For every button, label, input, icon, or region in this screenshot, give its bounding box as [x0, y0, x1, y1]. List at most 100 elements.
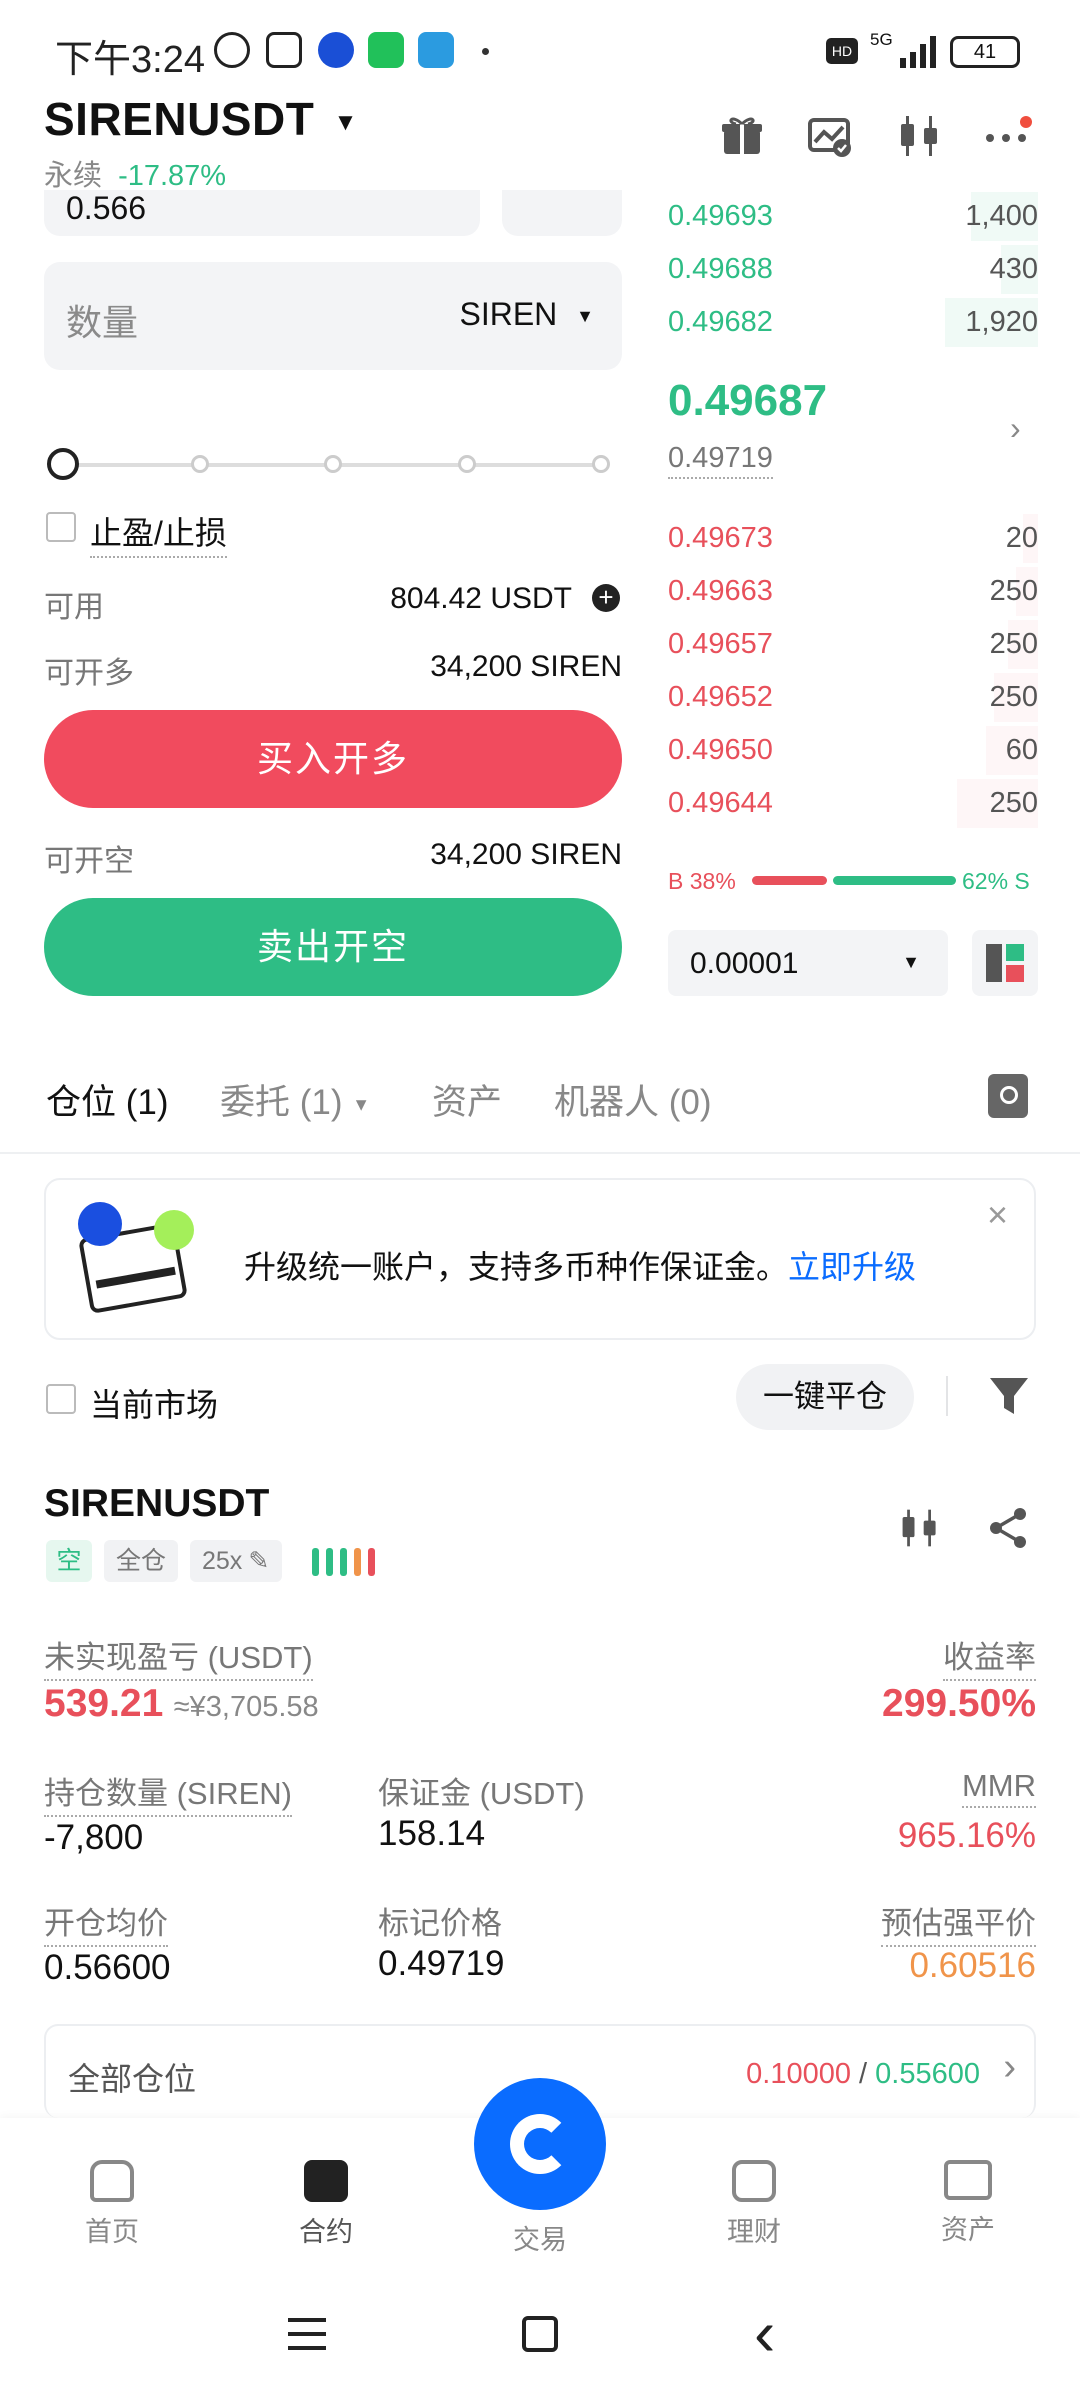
- slider-step-50[interactable]: [324, 455, 342, 473]
- back-icon[interactable]: ‹: [754, 2296, 775, 2370]
- bid-row[interactable]: 0.49663 250: [668, 565, 1038, 618]
- last-price: 0.49687: [668, 376, 828, 425]
- bottom-nav: 首页 合约 交易 理财 资产: [0, 2078, 1080, 2288]
- all-positions-green: 0.55600: [875, 2058, 980, 2090]
- nav-finance[interactable]: 理财: [684, 2160, 824, 2249]
- liq-label[interactable]: 预估强平价: [881, 1898, 1036, 1947]
- upgrade-banner[interactable]: 升级统一账户，支持多币种作保证金。立即升级 ×: [44, 1178, 1036, 1340]
- market-type: 永续: [44, 160, 103, 192]
- upgrade-link[interactable]: 立即升级: [788, 1249, 916, 1285]
- pair-name: SIRENUSDT: [44, 93, 315, 145]
- ask-row[interactable]: 0.49688 430: [668, 243, 1038, 296]
- all-positions-values: 0.10000 / 0.55600: [746, 2058, 980, 2091]
- nav-trade[interactable]: 交易: [470, 2078, 610, 2257]
- transfer-plus-icon[interactable]: +: [592, 584, 620, 612]
- tab-count: (1): [299, 1083, 343, 1122]
- hd-icon: HD: [826, 38, 858, 64]
- home-button-icon[interactable]: [522, 2316, 558, 2352]
- roe-label[interactable]: 收益率: [943, 1632, 1036, 1681]
- sell-short-button[interactable]: 卖出开空: [44, 898, 622, 996]
- leverage-tag[interactable]: 25x ✎: [190, 1540, 282, 1582]
- chevron-right-icon[interactable]: ›: [1010, 410, 1021, 447]
- tab-bots[interactable]: 机器人 (0): [554, 1074, 712, 1125]
- unrealized-pnl-label[interactable]: 未实现盈亏 (USDT): [44, 1632, 313, 1681]
- tab-positions[interactable]: 仓位 (1): [46, 1074, 169, 1125]
- current-market-checkbox[interactable]: [46, 1384, 76, 1414]
- slider-knob[interactable]: [47, 448, 79, 480]
- nav-home[interactable]: 首页: [42, 2160, 182, 2249]
- entry-label[interactable]: 开仓均价: [44, 1898, 168, 1947]
- margin-label: 保证金 (USDT): [378, 1776, 585, 1811]
- ratio-bar-sell: [833, 876, 956, 885]
- tab-orders[interactable]: 委托 (1) ▼: [220, 1074, 370, 1125]
- chart-settings-icon[interactable]: [806, 112, 854, 160]
- close-icon[interactable]: ×: [987, 1194, 1008, 1236]
- tab-assets[interactable]: 资产: [432, 1074, 502, 1125]
- mmr-label[interactable]: MMR: [961, 1768, 1036, 1808]
- order-qty: 250: [989, 628, 1038, 660]
- bid-row[interactable]: 0.49657 250: [668, 618, 1038, 671]
- nav-assets[interactable]: 资产: [898, 2160, 1038, 2247]
- price-change: -17.87%: [118, 160, 227, 192]
- close-all-button[interactable]: 一键平仓: [736, 1364, 914, 1430]
- status-bar: 下午3:24 HD 5G 41: [0, 0, 1080, 95]
- app-notification-icon: [318, 32, 354, 68]
- order-qty: 430: [989, 253, 1038, 285]
- book-layout-button[interactable]: [972, 930, 1038, 996]
- size-label[interactable]: 持仓数量 (SIREN): [44, 1768, 292, 1817]
- quantity-placeholder: 数量: [66, 302, 139, 343]
- gift-icon[interactable]: [718, 112, 766, 160]
- margin-value: 158.14: [378, 1814, 486, 1853]
- tp-sl-label[interactable]: 止盈/止损: [90, 508, 227, 558]
- mmr-value: 965.16%: [897, 1816, 1036, 1855]
- bid-row[interactable]: 0.49644 250: [668, 777, 1038, 830]
- more-icon[interactable]: [982, 116, 1032, 150]
- share-icon[interactable]: [986, 1506, 1030, 1550]
- menu-icon[interactable]: [288, 2318, 326, 2350]
- tab-label: 资产: [432, 1083, 503, 1122]
- tab-label: 机器人: [554, 1083, 660, 1122]
- slider-step-25[interactable]: [191, 455, 209, 473]
- bid-row[interactable]: 0.49673 20: [668, 512, 1038, 565]
- bid-row[interactable]: 0.49652 250: [668, 671, 1038, 724]
- telegram-icon: [418, 32, 454, 68]
- status-time: 下午3:24: [55, 39, 205, 81]
- quantity-input[interactable]: 数量 SIREN ▼: [44, 262, 622, 370]
- trade-icon: [474, 2078, 606, 2210]
- filter-icon[interactable]: [988, 1374, 1030, 1418]
- price-input[interactable]: 0.566: [44, 190, 480, 236]
- order-price: 0.49688: [668, 253, 773, 285]
- position-symbol[interactable]: SIRENUSDT: [44, 1482, 269, 1526]
- order-qty: 250: [989, 681, 1038, 713]
- nav-futures[interactable]: 合约: [256, 2160, 396, 2249]
- order-price: 0.49650: [668, 734, 773, 766]
- unrealized-pnl: 539.21 ≈¥3,705.58: [44, 1682, 319, 1726]
- precision-selector[interactable]: 0.00001 ▼: [668, 930, 948, 996]
- slider-step-75[interactable]: [458, 455, 476, 473]
- liq-value: 0.60516: [909, 1946, 1036, 1985]
- entry-value: 0.56600: [44, 1948, 171, 1987]
- buy-long-button[interactable]: 买入开多: [44, 710, 622, 808]
- slider-step-100[interactable]: [592, 455, 610, 473]
- mark-label: 标记价格: [378, 1906, 502, 1941]
- order-history-icon[interactable]: [988, 1074, 1028, 1118]
- available-value: 804.42 USDT: [390, 582, 572, 615]
- ask-row[interactable]: 0.49693 1,400: [668, 190, 1038, 243]
- tabs-divider: [0, 1152, 1080, 1154]
- ratio-bar-buy: [752, 876, 827, 885]
- ask-row[interactable]: 0.49682 1,920: [668, 296, 1038, 349]
- quantity-unit-selector[interactable]: SIREN ▼: [459, 296, 594, 333]
- order-qty: 20: [1005, 522, 1038, 554]
- tp-sl-checkbox[interactable]: [46, 512, 76, 542]
- mark-price[interactable]: 0.49719: [668, 442, 773, 479]
- candlestick-icon[interactable]: [898, 1506, 942, 1550]
- pair-selector[interactable]: SIRENUSDT ▼: [44, 92, 358, 146]
- candlestick-icon[interactable]: [896, 112, 944, 160]
- order-qty: 250: [989, 787, 1038, 819]
- can-long-label: 可开多: [44, 657, 134, 690]
- price-type-selector[interactable]: [502, 190, 622, 236]
- banner-message: 升级统一账户，支持多币种作保证金。: [244, 1249, 789, 1285]
- current-market-label[interactable]: 当前市场: [90, 1380, 218, 1426]
- layout-icon: [986, 944, 1002, 982]
- bid-row[interactable]: 0.49650 60: [668, 724, 1038, 777]
